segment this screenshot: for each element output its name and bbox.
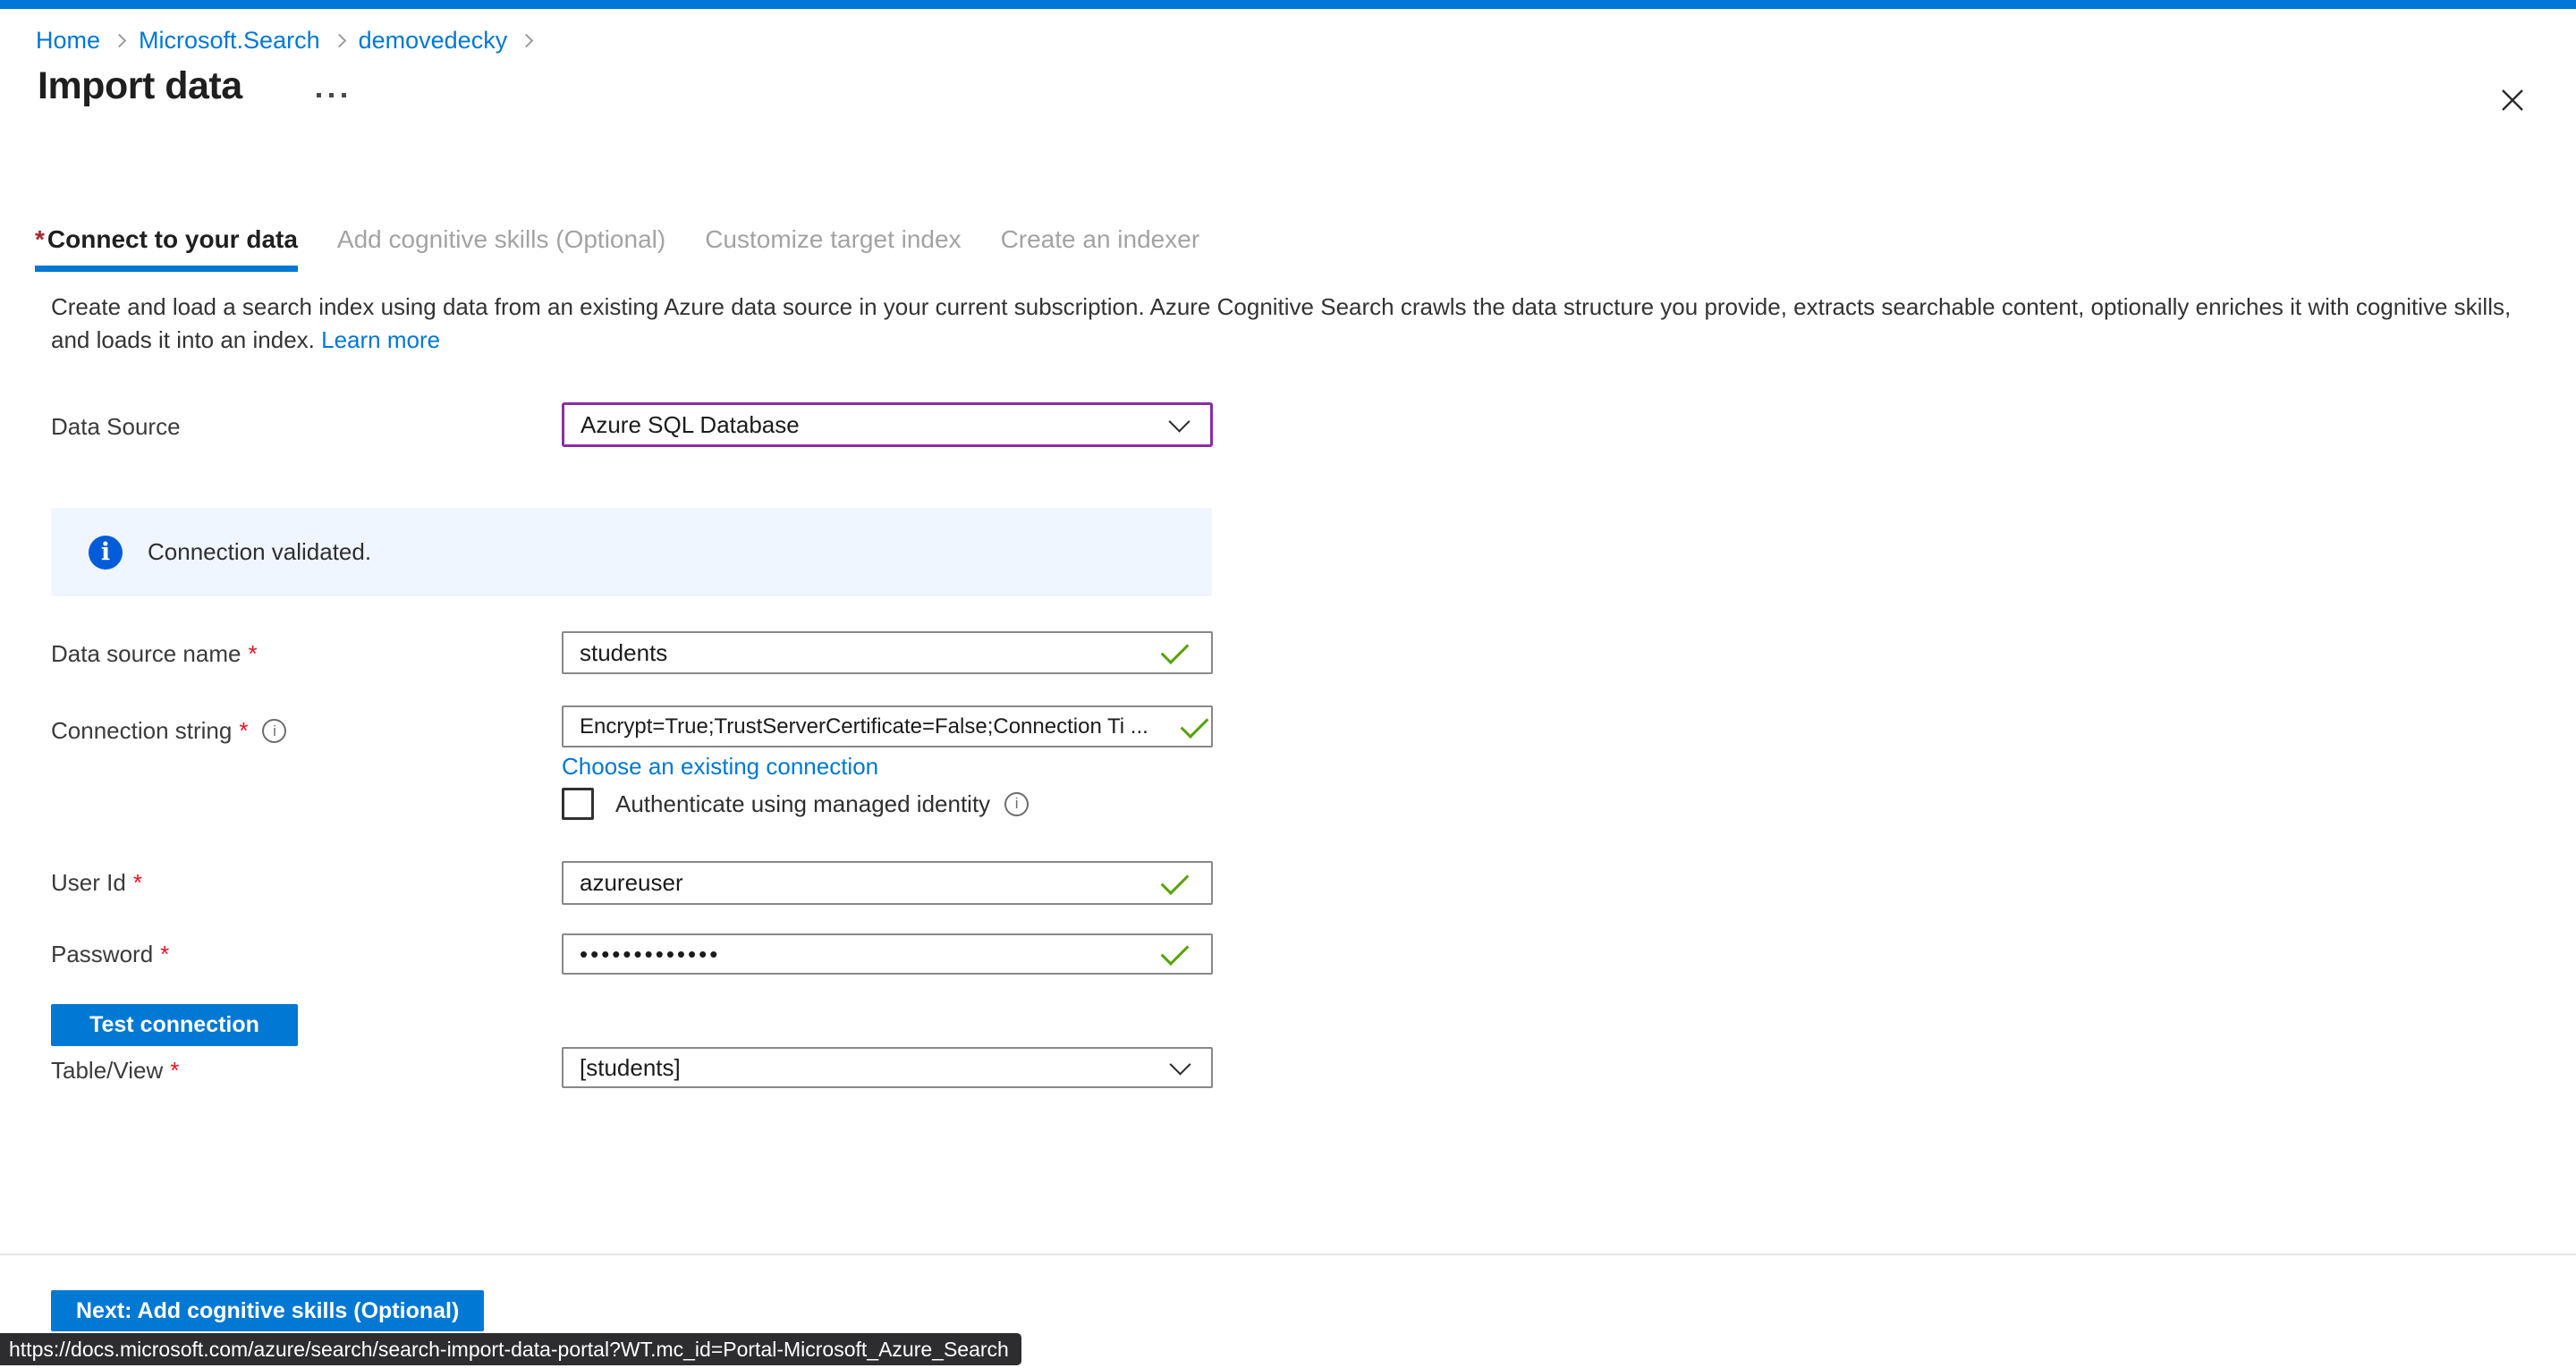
data-source-label: Data Source	[51, 413, 181, 441]
data-source-selected-value: Azure SQL Database	[580, 411, 800, 439]
label-text: Password	[51, 941, 153, 968]
link-url-status-bar: https://docs.microsoft.com/azure/search/…	[0, 1333, 1021, 1365]
tab-bar: *Connect to your data Add cognitive skil…	[35, 225, 1199, 272]
ellipsis-dot	[329, 93, 334, 97]
more-options-icon[interactable]	[311, 88, 352, 103]
required-asterisk: *	[35, 225, 45, 253]
close-icon[interactable]	[2496, 84, 2529, 118]
ellipsis-dot	[317, 93, 321, 97]
import-data-page: Home Microsoft.Search demovedecky Import…	[0, 0, 2576, 1368]
password-masked-value: •••••••••••••	[580, 941, 720, 968]
managed-identity-label: Authenticate using managed identity	[615, 790, 990, 818]
info-icon: i	[89, 536, 123, 570]
required-asterisk: *	[133, 869, 142, 897]
tab-create-an-indexer[interactable]: Create an indexer	[1001, 225, 1200, 272]
chevron-right-icon	[113, 34, 127, 48]
data-source-name-input[interactable]: students	[562, 631, 1213, 674]
breadcrumb: Home Microsoft.Search demovedecky	[36, 27, 546, 55]
data-source-name-label: Data source name *	[51, 640, 258, 668]
tab-customize-target-index[interactable]: Customize target index	[705, 225, 961, 272]
user-id-label: User Id *	[51, 869, 142, 897]
table-view-dropdown[interactable]: [students]	[562, 1047, 1213, 1088]
top-accent-bar	[0, 0, 2576, 9]
required-asterisk: *	[239, 717, 248, 745]
label-text: User Id	[51, 869, 126, 897]
table-view-label: Table/View *	[51, 1057, 179, 1085]
tab-label: Create an indexer	[1001, 225, 1200, 253]
validation-check-icon	[1181, 710, 1209, 739]
validation-check-icon	[1161, 866, 1190, 895]
breadcrumb-home[interactable]: Home	[36, 27, 100, 55]
managed-identity-checkbox[interactable]	[562, 788, 594, 820]
user-id-input[interactable]: azureuser	[562, 861, 1213, 905]
validation-check-icon	[1161, 937, 1190, 966]
connection-string-input[interactable]: Encrypt=True;TrustServerCertificate=Fals…	[562, 705, 1213, 747]
test-connection-button[interactable]: Test connection	[51, 1004, 298, 1046]
ellipsis-dot	[342, 93, 346, 97]
label-text: Data source name	[51, 640, 241, 668]
chevron-right-icon	[332, 34, 346, 48]
connection-string-value: Encrypt=True;TrustServerCertificate=Fals…	[580, 714, 1148, 739]
label-text: Connection string	[51, 717, 232, 745]
user-id-value: azureuser	[580, 869, 683, 897]
required-asterisk: *	[170, 1057, 179, 1085]
validation-check-icon	[1161, 636, 1190, 664]
table-view-selected-value: [students]	[580, 1054, 681, 1082]
chevron-down-icon	[1169, 1054, 1191, 1076]
next-add-cognitive-skills-button[interactable]: Next: Add cognitive skills (Optional)	[51, 1290, 484, 1331]
breadcrumb-demovedecky[interactable]: demovedecky	[359, 27, 508, 55]
managed-identity-row: Authenticate using managed identity i	[562, 788, 1029, 820]
intro-paragraph: Create and load a search index using dat…	[51, 291, 2530, 357]
breadcrumb-microsoft-search[interactable]: Microsoft.Search	[139, 27, 320, 55]
learn-more-link[interactable]: Learn more	[321, 326, 440, 353]
choose-existing-connection-link[interactable]: Choose an existing connection	[562, 753, 878, 781]
connection-validated-banner: i Connection validated.	[51, 508, 1212, 596]
label-text: Table/View	[51, 1057, 163, 1085]
chevron-right-icon	[520, 34, 534, 48]
tab-label: Connect to your data	[47, 225, 298, 253]
banner-message: Connection validated.	[148, 538, 371, 566]
label-text: Data Source	[51, 413, 181, 441]
tab-connect-to-your-data[interactable]: *Connect to your data	[35, 225, 298, 272]
info-icon[interactable]: i	[262, 719, 286, 743]
tab-label: Add cognitive skills (Optional)	[337, 225, 665, 253]
tab-add-cognitive-skills[interactable]: Add cognitive skills (Optional)	[337, 225, 665, 272]
chevron-down-icon	[1168, 411, 1190, 433]
info-icon[interactable]: i	[1004, 792, 1029, 816]
footer-divider	[0, 1254, 2576, 1255]
data-source-dropdown[interactable]: Azure SQL Database	[562, 402, 1213, 447]
password-input[interactable]: •••••••••••••	[562, 933, 1213, 975]
required-asterisk: *	[160, 941, 169, 968]
page-title: Import data	[38, 64, 242, 108]
required-asterisk: *	[248, 640, 257, 668]
tab-label: Customize target index	[705, 225, 961, 253]
data-source-name-value: students	[580, 639, 667, 667]
connection-string-label: Connection string * i	[51, 717, 286, 745]
password-label: Password *	[51, 941, 169, 968]
